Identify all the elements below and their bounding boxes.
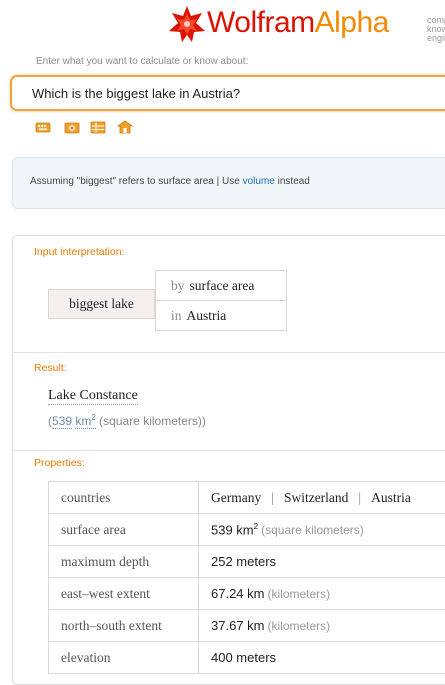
result-value[interactable]: Lake Constance xyxy=(48,388,138,405)
property-label: countries xyxy=(49,482,199,514)
pod-divider xyxy=(13,352,445,353)
country-austria: Austria xyxy=(371,490,411,505)
property-value: 539 km2(square kilometers) xyxy=(199,514,445,546)
table-icon[interactable] xyxy=(90,120,106,134)
unit-description: (kilometers) xyxy=(267,587,330,601)
assumption-text: Assuming "biggest" refers to surface are… xyxy=(30,176,310,187)
property-value: 37.67 km(kilometers) xyxy=(199,610,445,642)
value-number: 400 meters xyxy=(211,650,276,665)
property-label: north–south extent xyxy=(49,610,199,642)
result-area: (539 km2 (square kilometers)) xyxy=(48,413,206,428)
wolfram-star-logo-icon[interactable] xyxy=(167,4,207,44)
input-interpretation-title: Input interpretation: xyxy=(34,246,124,258)
property-value: 252 meters xyxy=(199,546,445,578)
value-number: 539 km xyxy=(211,522,254,537)
wolframalpha-logo[interactable]: WolframAlpha xyxy=(207,6,389,40)
search-box[interactable] xyxy=(10,75,445,111)
country-switzerland: Switzerland xyxy=(284,490,348,505)
use-volume-link[interactable]: volume xyxy=(243,176,275,187)
area-unit[interactable]: km2 xyxy=(75,414,95,429)
qualifier-value: surface area xyxy=(190,278,255,294)
assumption-suffix: instead xyxy=(275,176,310,187)
table-row: east–west extent 67.24 km(kilometers) xyxy=(49,578,445,610)
qualifier-by: by xyxy=(171,278,185,294)
table-row: surface area 539 km2(square kilometers) xyxy=(49,514,445,546)
unit-description: (square kilometers) xyxy=(261,523,364,537)
property-value: Germany | Switzerland | Austria xyxy=(199,482,445,514)
unit-exponent: 2 xyxy=(91,413,95,422)
country-germany: Germany xyxy=(211,490,261,505)
area-number[interactable]: 539 xyxy=(52,414,72,429)
table-row: maximum depth 252 meters xyxy=(49,546,445,578)
value-number: 67.24 km xyxy=(211,586,264,601)
interpretation-row-surface-area: by surface area xyxy=(155,270,287,301)
properties-table: countries Germany | Switzerland | Austria su… xyxy=(48,481,445,674)
tagline: computational knowledge engine xyxy=(427,16,445,43)
property-label: surface area xyxy=(49,514,199,546)
properties-title: Properties: xyxy=(34,457,85,469)
table-row: north–south extent 37.67 km(kilometers) xyxy=(49,610,445,642)
results-panel: Input interpretation: biggest lake bysur… xyxy=(12,235,445,685)
logo-alpha-text: Alpha xyxy=(315,6,389,39)
header: WolframAlpha computational knowledge eng… xyxy=(0,0,445,48)
property-value: 400 meters xyxy=(199,642,445,674)
qualifier-in: in xyxy=(171,308,182,324)
logo-wolfram-text: Wolfram xyxy=(207,6,315,39)
separator: | xyxy=(358,490,361,505)
property-label: elevation xyxy=(49,642,199,674)
pod-divider xyxy=(13,450,445,451)
result-title: Result: xyxy=(34,362,67,374)
interpretation-main: biggest lake xyxy=(48,289,155,319)
property-label: maximum depth xyxy=(49,546,199,578)
unit-description: (square kilometers)) xyxy=(99,414,206,428)
assumption-box: Assuming "biggest" refers to surface are… xyxy=(12,157,445,209)
qualifier-value: Austria xyxy=(187,308,227,324)
property-value: 67.24 km(kilometers) xyxy=(199,578,445,610)
examples-icon[interactable] xyxy=(117,120,133,134)
unit-description: (kilometers) xyxy=(267,619,330,633)
value-number: 252 meters xyxy=(211,554,276,569)
assumption-prefix: Assuming "biggest" refers to surface are… xyxy=(30,176,243,187)
unit-km: km xyxy=(75,414,91,428)
table-row: countries Germany | Switzerland | Austria xyxy=(49,482,445,514)
table-row: elevation 400 meters xyxy=(49,642,445,674)
property-label: east–west extent xyxy=(49,578,199,610)
unit-exponent: 2 xyxy=(254,522,258,531)
search-prompt: Enter what you want to calculate or know… xyxy=(36,56,248,67)
search-input[interactable] xyxy=(30,85,434,102)
camera-icon[interactable] xyxy=(64,120,80,134)
separator: | xyxy=(271,490,274,505)
keyboard-icon[interactable] xyxy=(35,120,51,134)
interpretation-row-austria: in Austria xyxy=(155,300,287,331)
value-number: 37.67 km xyxy=(211,618,264,633)
